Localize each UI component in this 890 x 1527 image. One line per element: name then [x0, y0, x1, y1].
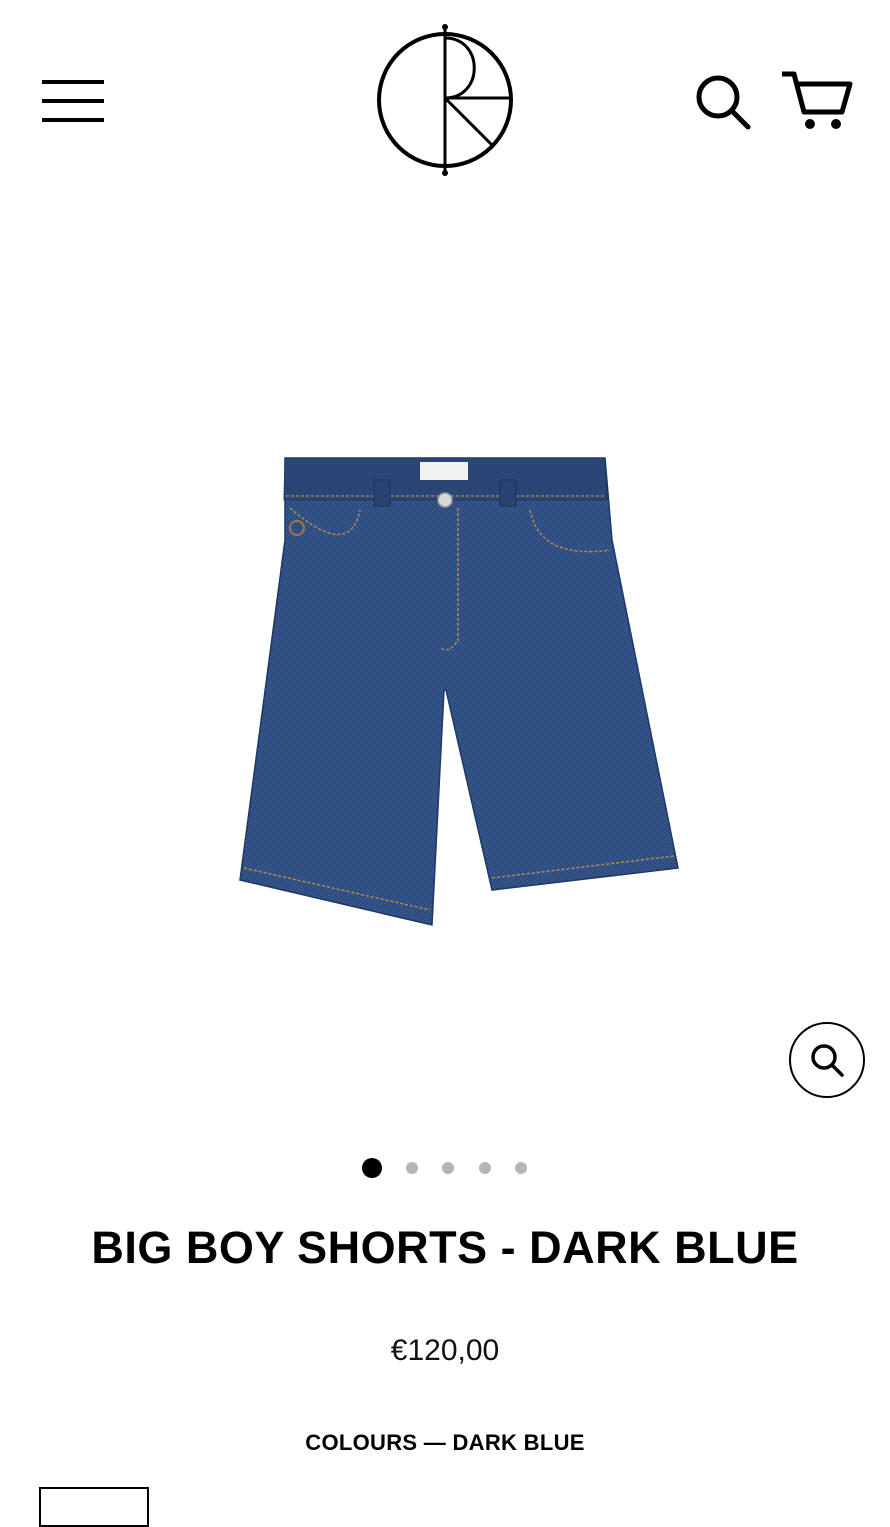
brand-logo-icon: [377, 24, 513, 176]
cart-icon: [782, 71, 853, 129]
gallery-dot[interactable]: [442, 1162, 454, 1174]
brand-logo-link[interactable]: [372, 24, 518, 176]
gallery-dot[interactable]: [515, 1162, 527, 1174]
product-price: €120,00: [390, 1334, 500, 1367]
search-icon: [696, 75, 751, 130]
product-title: BIG BOY SHORTS - DARK BLUE: [91, 1222, 799, 1273]
zoom-button[interactable]: [789, 1022, 865, 1098]
colours-label: COLOURS — DARK BLUE: [305, 1430, 585, 1455]
colour-swatch[interactable]: [39, 1487, 149, 1527]
hamburger-menu-icon: [42, 80, 104, 122]
menu-button[interactable]: [40, 76, 106, 126]
gallery-dot[interactable]: [406, 1162, 418, 1174]
gallery-dot[interactable]: [479, 1162, 491, 1174]
gallery-dots: [0, 1157, 890, 1179]
denim-shorts-image: [239, 457, 679, 926]
product-image[interactable]: [200, 440, 690, 940]
zoom-icon: [811, 1044, 844, 1077]
site-header: [0, 0, 890, 200]
cart-button[interactable]: [780, 68, 854, 134]
search-button[interactable]: [693, 72, 753, 132]
gallery-dot[interactable]: [362, 1158, 382, 1178]
